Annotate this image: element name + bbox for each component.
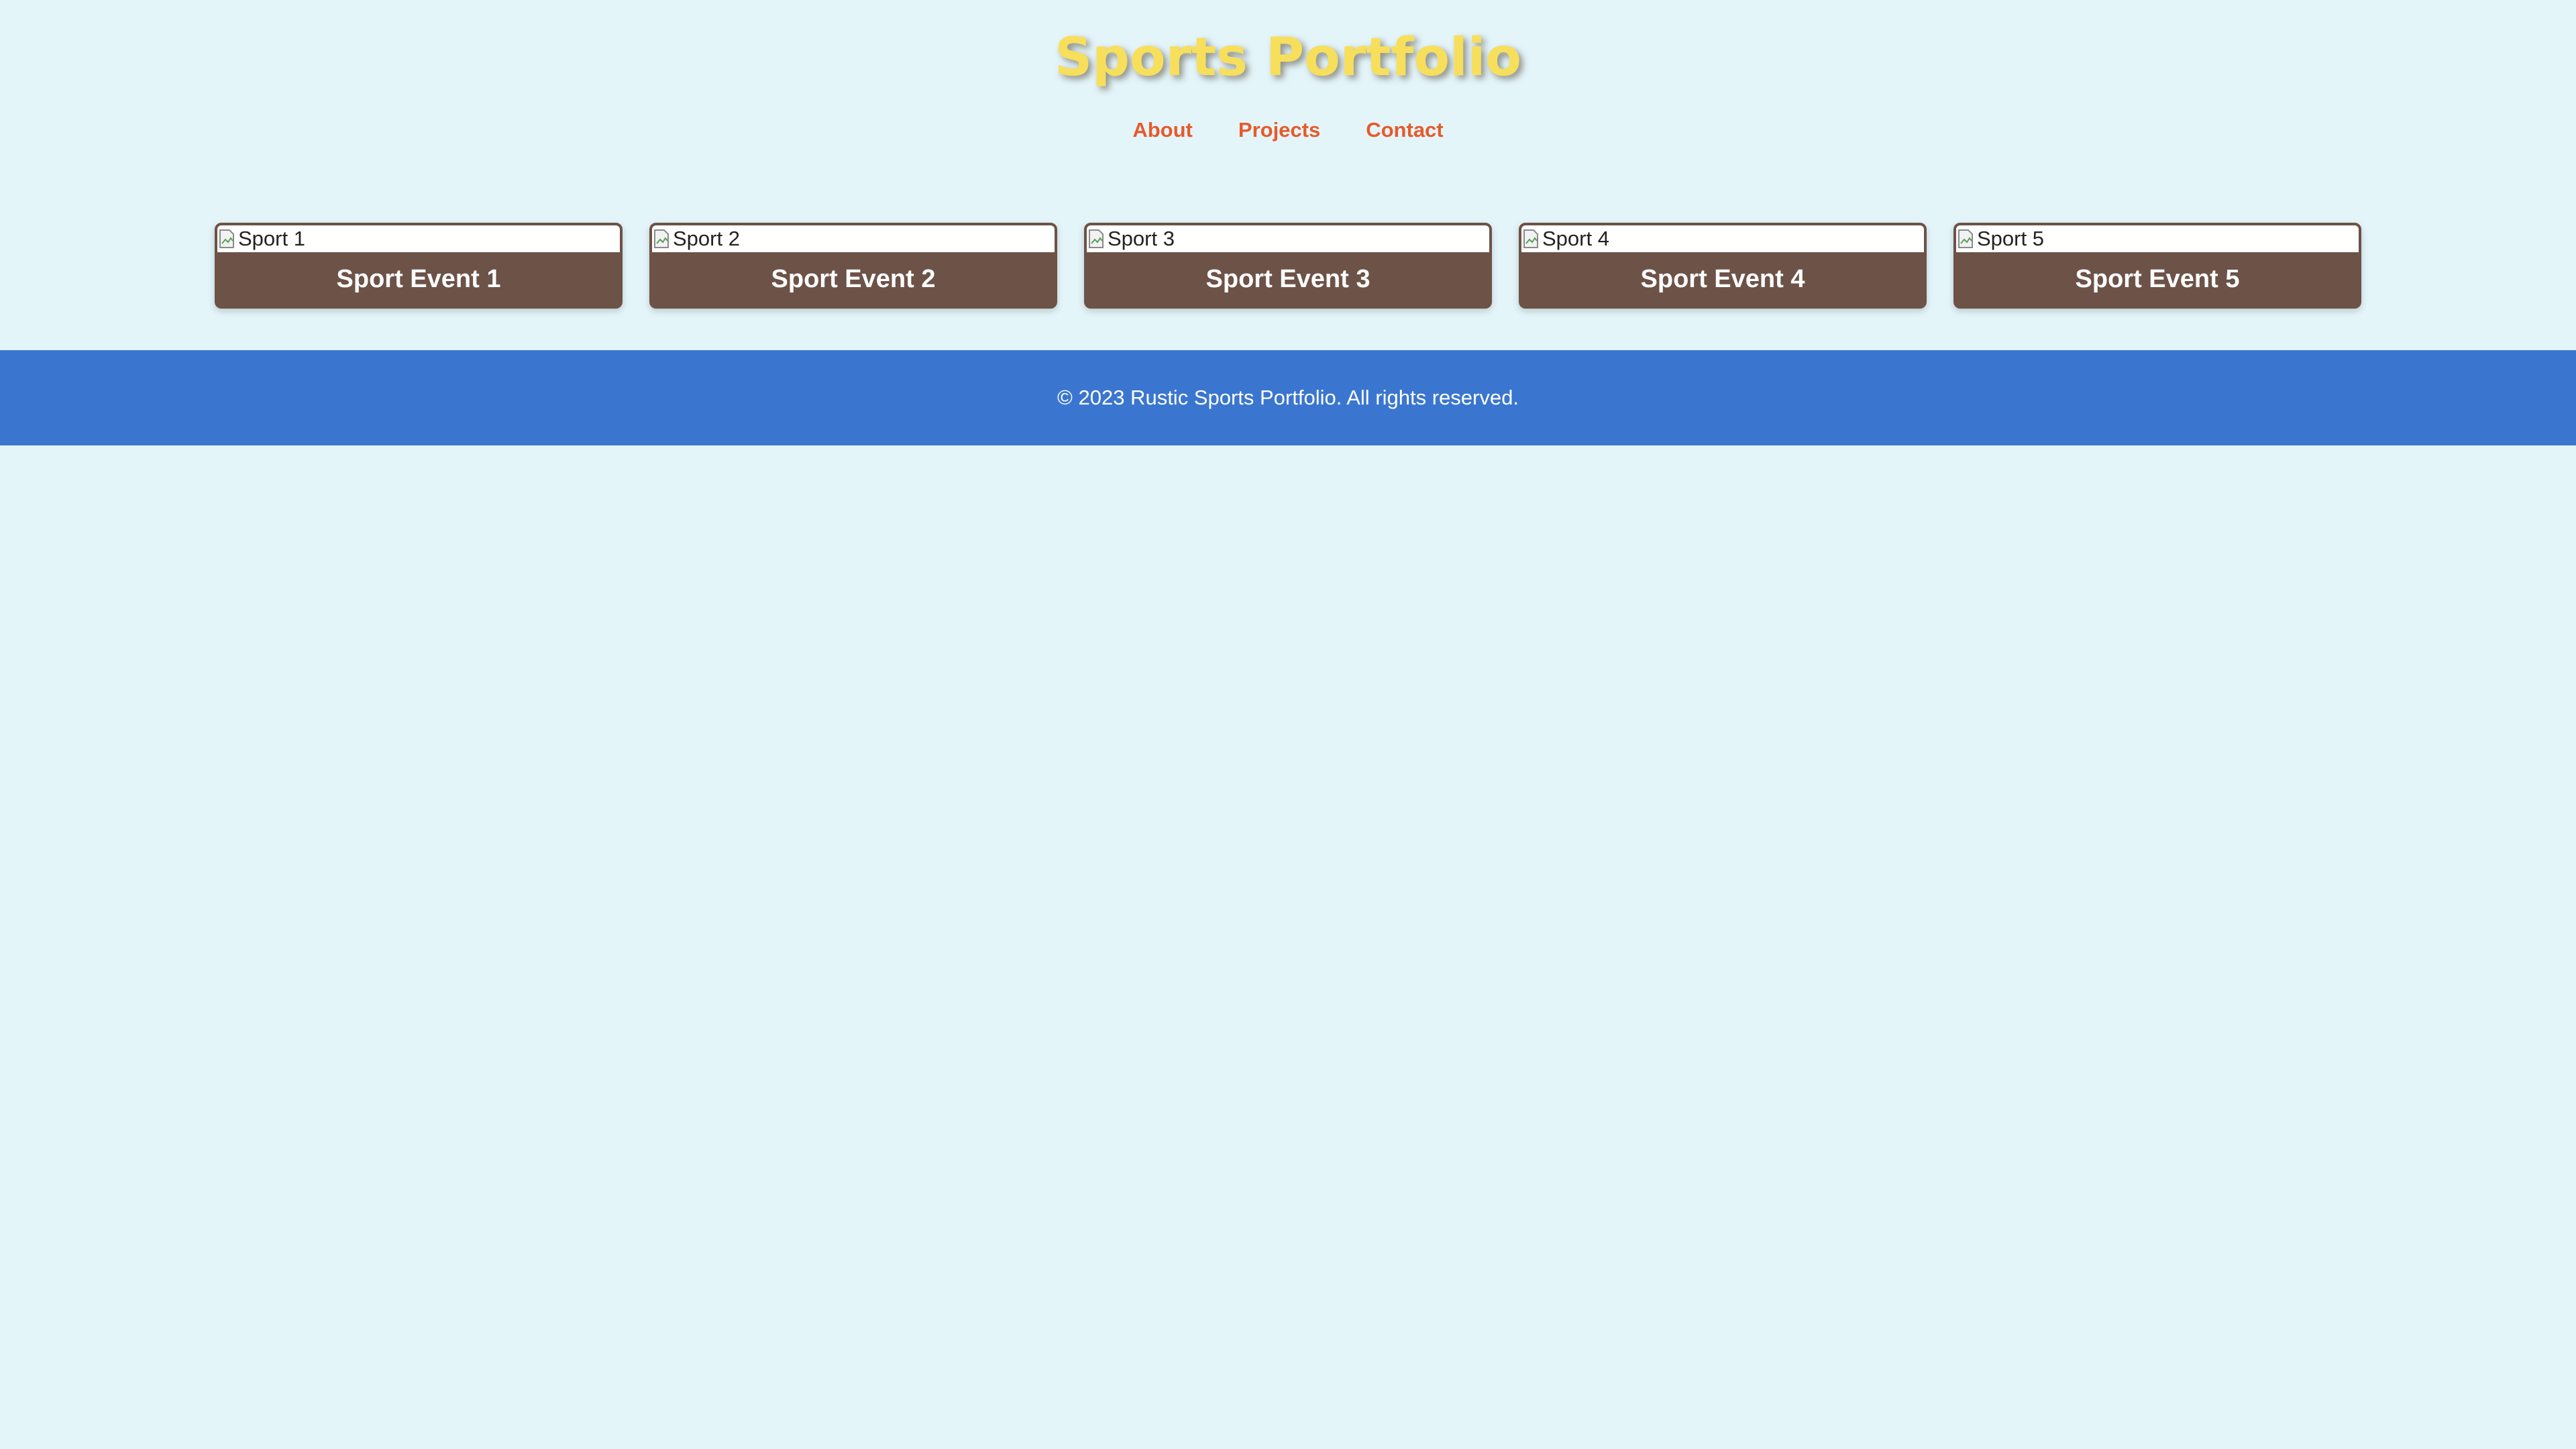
sport-card-4[interactable]: Sport 4 Sport Event 4 [1519,223,1927,309]
sport-image-alt: Sport 2 [673,227,740,250]
sport-card-1[interactable]: Sport 1 Sport Event 1 [215,223,623,309]
nav-link-about[interactable]: About [1132,118,1193,142]
sport-image-alt: Sport 5 [1977,227,2044,250]
sport-card-2[interactable]: Sport 2 Sport Event 2 [649,223,1057,309]
site-header: Sports Portfolio About Projects Contact [0,0,2576,142]
sport-image-1: Sport 1 [217,225,620,252]
site-title: Sports Portfolio [1054,28,1522,88]
sport-image-2: Sport 2 [652,225,1055,252]
broken-image-icon [1523,229,1538,248]
sport-image-alt: Sport 4 [1542,227,1609,250]
sport-image-3: Sport 3 [1087,225,1489,252]
sport-card-title: Sport Event 1 [336,265,501,293]
sport-image-4: Sport 4 [1521,225,1924,252]
sport-card-title: Sport Event 2 [771,265,936,293]
sport-image-alt: Sport 3 [1108,227,1175,250]
broken-image-icon [1958,229,1973,248]
sport-card-title: Sport Event 3 [1205,265,1371,293]
nav-link-projects[interactable]: Projects [1238,118,1320,142]
sport-card-5[interactable]: Sport 5 Sport Event 5 [1953,223,2361,309]
broken-image-icon [219,229,234,248]
sport-image-5: Sport 5 [1956,225,2359,252]
sport-card-3[interactable]: Sport 3 Sport Event 3 [1084,223,1492,309]
footer-copyright: © 2023 Rustic Sports Portfolio. All righ… [1057,386,1519,409]
broken-image-icon [654,229,669,248]
sport-gallery: Sport 1 Sport Event 1 Sport 2 Sport Even… [215,223,2361,309]
sport-image-alt: Sport 1 [238,227,305,250]
main-nav: About Projects Contact [0,118,2576,142]
site-footer: © 2023 Rustic Sports Portfolio. All righ… [0,350,2576,445]
broken-image-icon [1089,229,1104,248]
sport-card-title: Sport Event 5 [2075,265,2240,293]
nav-link-contact[interactable]: Contact [1366,118,1443,142]
sport-card-title: Sport Event 4 [1640,265,1805,293]
